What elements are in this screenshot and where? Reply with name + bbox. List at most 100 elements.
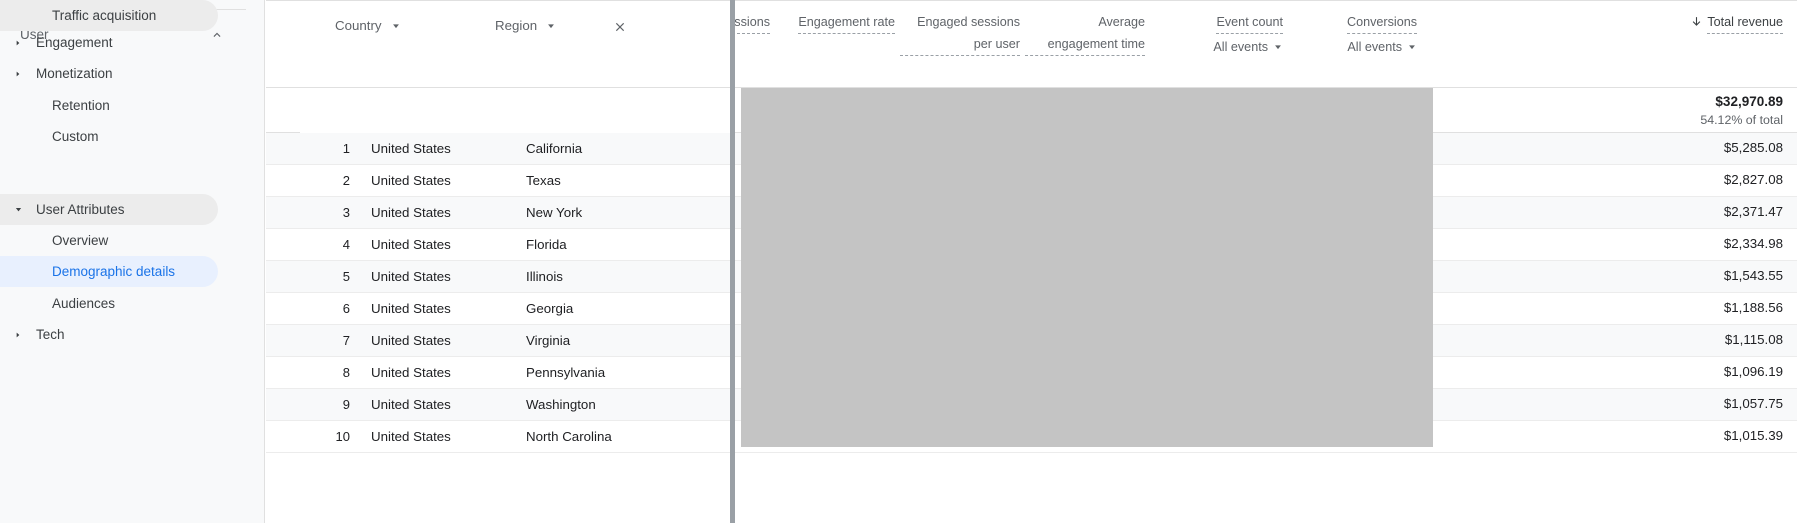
- row-index: 10: [335, 429, 350, 444]
- sidebar-item-engagement[interactable]: Engagement: [0, 27, 218, 58]
- chevron-down-icon: [391, 21, 401, 31]
- column-header-label: Event count: [1216, 11, 1283, 34]
- chevron-right-icon: [10, 35, 26, 51]
- sidebar-item-label: Audiences: [52, 296, 116, 311]
- cell-country: United States: [371, 397, 451, 412]
- cell-country: United States: [371, 205, 451, 220]
- sidebar-item-label: Traffic acquisition: [52, 8, 157, 23]
- sort-descending-icon: [1690, 13, 1703, 35]
- column-header-conversions[interactable]: Conversions All events: [1277, 11, 1417, 58]
- dimension-row[interactable]: 6 United States Georgia: [300, 293, 733, 325]
- dimension-row[interactable]: 2 United States Texas: [300, 165, 733, 197]
- dimension-columns-panel: Country Region 1 United States California 2 U…: [300, 0, 735, 523]
- column-header-label: Average engagement time: [1025, 11, 1145, 56]
- dimension-row[interactable]: 9 United States Washington: [300, 389, 733, 421]
- row-index: 5: [342, 269, 350, 284]
- column-header-eng_sess_per_user[interactable]: Engaged sessions per user: [900, 11, 1020, 56]
- sidebar-item-label: Custom: [52, 129, 99, 144]
- row-index: 7: [342, 333, 350, 348]
- row-index: 8: [342, 365, 350, 380]
- row-index: 1: [342, 141, 350, 156]
- column-header-label: Conversions: [1347, 11, 1417, 34]
- sidebar-item-label: User Attributes: [36, 202, 125, 217]
- sidebar-item-label: Overview: [52, 233, 109, 248]
- sidebar-item-overview[interactable]: Overview: [0, 225, 218, 256]
- column-header-engagement_rate[interactable]: Engagement rate: [775, 11, 895, 34]
- cell-total-revenue: $1,096.19: [1723, 364, 1783, 379]
- sidebar-item-custom[interactable]: Custom: [0, 121, 218, 152]
- sidebar: Traffic acquisition Engagement Monetizatio…: [0, 0, 265, 523]
- cell-region: Washington: [526, 397, 596, 412]
- column-header-event_count[interactable]: Event count All events: [1143, 11, 1283, 58]
- cell-total-revenue: $1,115.08: [1724, 332, 1783, 347]
- dimension-row[interactable]: 3 United States New York: [300, 197, 733, 229]
- cell-total-revenue: $2,371.47: [1723, 204, 1783, 219]
- cell-total-revenue: $5,285.08: [1723, 140, 1783, 155]
- row-index: 2: [342, 173, 350, 188]
- cell-total-revenue: $1,015.39: [1723, 428, 1783, 443]
- cell-region: Texas: [526, 173, 561, 188]
- dimension-row[interactable]: 8 United States Pennsylvania: [300, 357, 733, 389]
- cell-region: New York: [526, 205, 583, 220]
- occluded-region: [741, 88, 1433, 447]
- column-header-filter-label: All events: [1213, 40, 1268, 54]
- cell-total-revenue: $1,543.55: [1723, 268, 1783, 283]
- cell-total-revenue: $1,188.56: [1723, 300, 1783, 315]
- cell-region: California: [526, 141, 583, 156]
- chevron-down-icon: [1407, 42, 1417, 52]
- column-header-total_revenue[interactable]: Total revenue: [1603, 11, 1783, 35]
- close-icon[interactable]: [610, 17, 630, 37]
- column-header-label: Total revenue: [1707, 11, 1783, 34]
- dimension-panel-header: Country Region: [300, 0, 733, 88]
- dimension-row[interactable]: 1 United States California: [300, 133, 733, 165]
- row-index: 9: [342, 397, 350, 412]
- sidebar-item-label: Demographic details: [52, 264, 176, 279]
- dimension-row[interactable]: 4 United States Florida: [300, 229, 733, 261]
- column-header-filter-conversions[interactable]: All events: [1277, 36, 1417, 58]
- dimension-selector-label: Country: [335, 18, 382, 33]
- dimension-selector-region[interactable]: Region: [495, 18, 556, 33]
- column-header-filter-event_count[interactable]: All events: [1143, 36, 1283, 58]
- sidebar-item-label: Monetization: [36, 66, 113, 81]
- dimension-selector-label: Region: [495, 18, 538, 33]
- cell-region: Florida: [526, 237, 567, 252]
- cell-region: North Carolina: [526, 429, 612, 444]
- cell-region: Georgia: [526, 301, 574, 316]
- cell-total-revenue: $1,057.75: [1723, 396, 1783, 411]
- sidebar-item-label: Retention: [52, 98, 110, 113]
- cell-country: United States: [371, 173, 451, 188]
- column-header-label: Engagement rate: [798, 11, 895, 34]
- cell-total-revenue: $2,334.98: [1723, 236, 1783, 251]
- panel-resize-handle[interactable]: [730, 0, 733, 523]
- cell-region: Pennsylvania: [526, 365, 606, 380]
- cell-country: United States: [371, 141, 451, 156]
- sidebar-item-tech[interactable]: Tech: [0, 319, 218, 350]
- column-header-filter-label: All events: [1347, 40, 1402, 54]
- chevron-right-icon: [10, 327, 26, 343]
- dimension-row[interactable]: 5 United States Illinois: [300, 261, 733, 293]
- cell-total-revenue: $2,827.08: [1723, 172, 1783, 187]
- cell-country: United States: [371, 365, 451, 380]
- sidebar-item-label: Engagement: [36, 35, 113, 50]
- sidebar-item-audiences[interactable]: Audiences: [0, 288, 218, 319]
- sidebar-item-label: Tech: [36, 327, 65, 342]
- cell-country: United States: [371, 269, 451, 284]
- sidebar-item-retention[interactable]: Retention: [0, 90, 218, 121]
- chevron-down-icon: [10, 202, 26, 218]
- cell-region: Illinois: [526, 269, 563, 284]
- chevron-right-icon: [10, 66, 26, 82]
- dimension-row[interactable]: 7 United States Virginia: [300, 325, 733, 357]
- sidebar-item-user-attributes[interactable]: User Attributes: [0, 194, 218, 225]
- sidebar-item-demographic-details[interactable]: Demographic details: [0, 256, 218, 287]
- cell-country: United States: [371, 237, 451, 252]
- totals-total-revenue: $32,970.89 54.12% of total: [1700, 93, 1783, 129]
- cell-country: United States: [371, 333, 451, 348]
- cell-country: United States: [371, 429, 451, 444]
- dimension-row[interactable]: 10 United States North Carolina: [300, 421, 733, 453]
- column-header-avg_eng_time[interactable]: Average engagement time: [1025, 11, 1145, 56]
- dimension-selector-country[interactable]: Country: [335, 18, 401, 33]
- row-index: 3: [342, 205, 350, 220]
- row-index: 6: [342, 301, 350, 316]
- sidebar-item-monetization[interactable]: Monetization: [0, 58, 218, 89]
- cell-country: United States: [371, 301, 451, 316]
